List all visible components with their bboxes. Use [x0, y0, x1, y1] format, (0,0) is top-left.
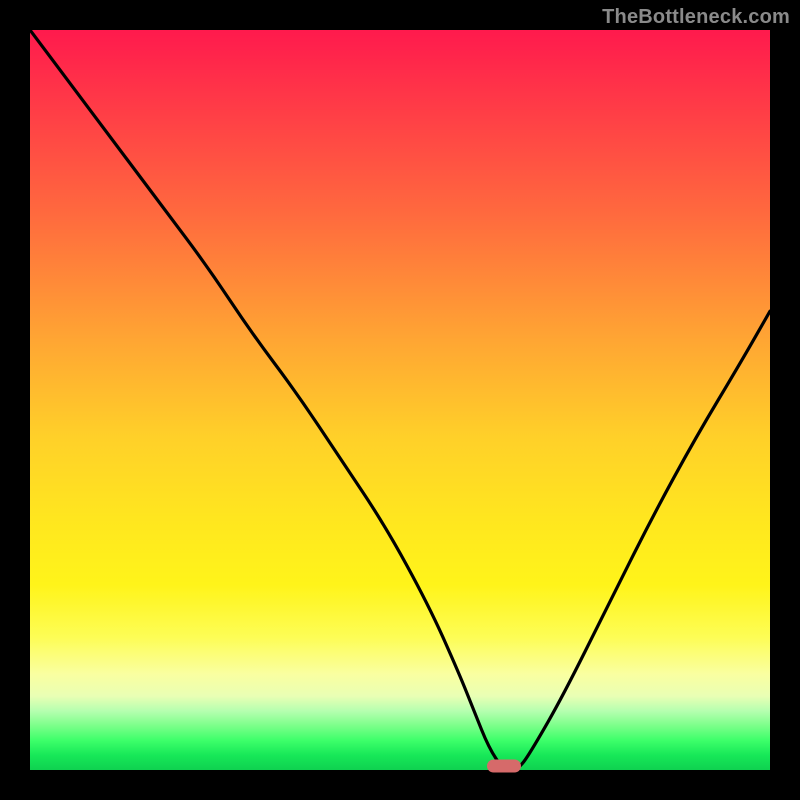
bottleneck-curve	[30, 30, 770, 770]
chart-frame: TheBottleneck.com	[0, 0, 800, 800]
attribution-watermark: TheBottleneck.com	[602, 6, 790, 29]
optimum-marker	[487, 760, 521, 773]
plot-area	[30, 30, 770, 770]
